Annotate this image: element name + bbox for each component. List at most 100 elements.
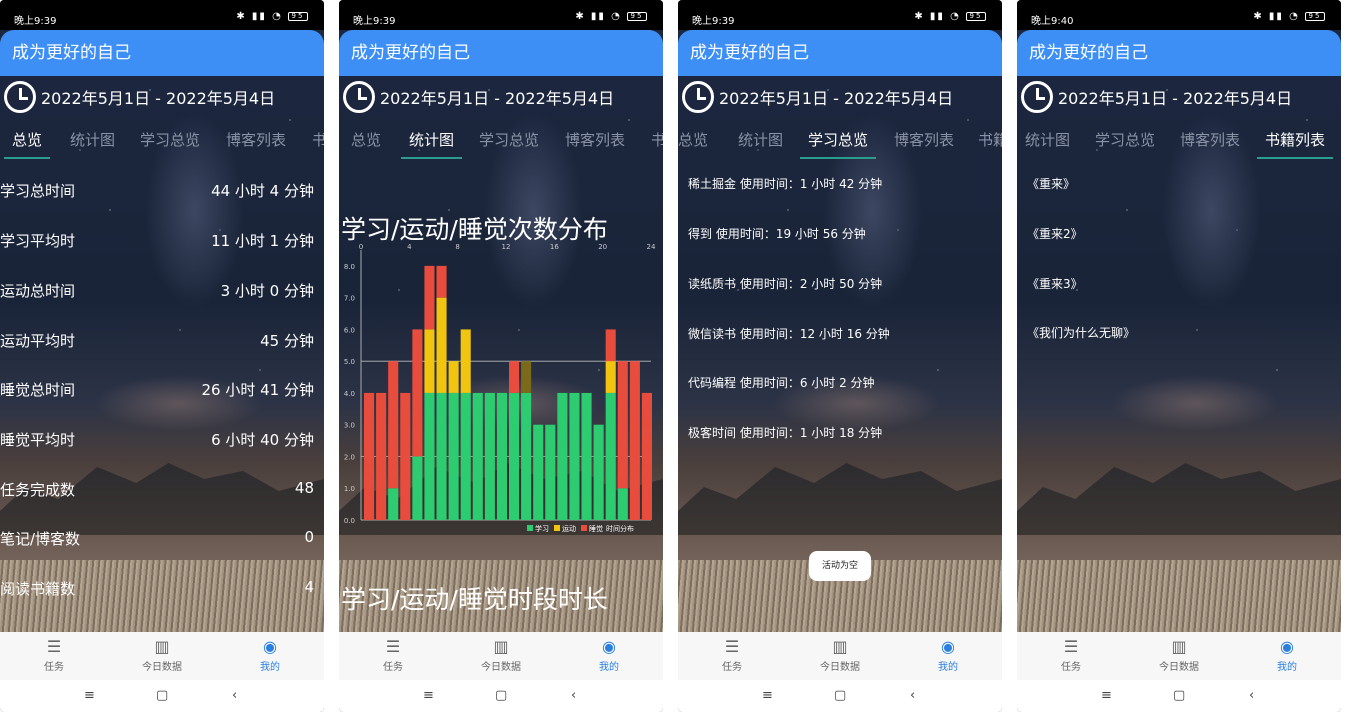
nav-today-data[interactable]: ▥ 今日数据 bbox=[471, 638, 531, 674]
bottom-nav: ☰ 任务 ▥ 今日数据 ◉ 我的 bbox=[339, 632, 663, 680]
tab-study-overview[interactable]: 学习总览 bbox=[479, 129, 539, 150]
tab-overview[interactable]: 总览 bbox=[3, 129, 51, 159]
status-bar: 晚上9:39 ✱ ▮▮ ◔ 95 bbox=[339, 0, 663, 30]
clock-icon bbox=[343, 81, 375, 113]
date-range-row[interactable]: 2022年5月1日 - 2022年5月4日 bbox=[682, 81, 953, 113]
nav-tasks[interactable]: ☰ 任务 bbox=[24, 638, 84, 674]
usage-item: 得到 使用时间：19 小时 56 分钟 bbox=[688, 227, 866, 241]
tab-bar: 总览 统计图 学习总览 博客列表 书籍列表 bbox=[0, 122, 324, 160]
tab-book-list[interactable]: 书籍列表 bbox=[1256, 129, 1334, 159]
tab-study-overview[interactable]: 学习总览 bbox=[140, 129, 200, 150]
bar-运动 bbox=[460, 329, 471, 393]
nav-me[interactable]: ◉ 我的 bbox=[240, 637, 300, 674]
back-icon[interactable]: ‹ bbox=[232, 688, 237, 703]
home-icon[interactable]: ▢ bbox=[156, 688, 168, 703]
user-icon: ◉ bbox=[941, 637, 955, 656]
bar-学习 bbox=[605, 392, 616, 520]
menu-icon[interactable]: ≡ bbox=[1101, 688, 1112, 703]
legend-label: 睡觉 bbox=[589, 524, 603, 533]
menu-icon[interactable]: ≡ bbox=[762, 688, 773, 703]
status-time: 晚上9:39 bbox=[14, 16, 57, 27]
nav-label: 任务 bbox=[722, 662, 742, 673]
menu-icon[interactable]: ≡ bbox=[84, 688, 95, 703]
tab-blog-list[interactable]: 博客列表 bbox=[226, 129, 286, 150]
date-range-row[interactable]: 2022年5月1日 - 2022年5月4日 bbox=[4, 81, 275, 113]
bar-运动 bbox=[424, 329, 435, 393]
bar-睡觉 bbox=[436, 265, 447, 298]
stacked-bar-chart: 0.0 1.0 2.0 3.0 4.0 5.0 6.0 7.0 8.0 0 4 8 12 16 20 24 学习… bbox=[344, 243, 656, 533]
book-item[interactable]: 《重来》 bbox=[1027, 175, 1075, 192]
bar-睡觉 bbox=[629, 361, 640, 520]
bar-学习 bbox=[460, 392, 471, 520]
stat-label: 睡觉总时间 bbox=[0, 381, 76, 399]
bottom-nav: ☰ 任务 ▥ 今日数据 ◉ 我的 bbox=[678, 632, 1002, 680]
nav-today-data[interactable]: ▥ 今日数据 bbox=[810, 638, 870, 674]
date-range-row[interactable]: 2022年5月1日 - 2022年5月4日 bbox=[1021, 81, 1292, 113]
nav-tasks[interactable]: ☰ 任务 bbox=[1041, 637, 1101, 674]
tab-overview[interactable]: 总览 bbox=[351, 129, 381, 150]
nav-tasks[interactable]: ☰ 任务 bbox=[702, 638, 762, 674]
nav-label: 今日数据 bbox=[481, 662, 521, 673]
tab-book-list[interactable]: 书籍列表 bbox=[312, 129, 324, 150]
legend-suffix: 时间分布 bbox=[606, 524, 634, 533]
tab-blog-list[interactable]: 博客列表 bbox=[894, 129, 954, 150]
home-icon[interactable]: ▢ bbox=[834, 688, 846, 703]
stat-label: 学习平均时 bbox=[0, 232, 76, 250]
back-icon[interactable]: ‹ bbox=[571, 688, 576, 703]
y-tick-label: 2.0 bbox=[344, 453, 355, 461]
list-icon: ☰ bbox=[1063, 637, 1079, 656]
bar-学习 bbox=[509, 392, 520, 520]
home-icon[interactable]: ▢ bbox=[1173, 688, 1185, 703]
book-item[interactable]: 《我们为什么无聊》 bbox=[1027, 324, 1135, 341]
tab-overview[interactable]: 总览 bbox=[678, 129, 708, 150]
tab-charts[interactable]: 统计图 bbox=[70, 129, 115, 150]
x-tick-label: 16 bbox=[550, 243, 559, 251]
tab-book-list[interactable]: 书籍列表 bbox=[651, 129, 663, 150]
status-time: 晚上9:39 bbox=[353, 16, 396, 27]
tab-charts[interactable]: 统计图 bbox=[400, 129, 463, 159]
usage-item: 微信读书 使用时间：12 小时 16 分钟 bbox=[688, 327, 890, 341]
tab-charts[interactable]: 统计图 bbox=[738, 129, 783, 150]
date-range: 2022年5月1日 - 2022年5月4日 bbox=[719, 89, 954, 108]
app-title: 成为更好的自己 bbox=[0, 30, 324, 76]
app-title: 成为更好的自己 bbox=[339, 30, 663, 76]
bar-学习 bbox=[496, 392, 507, 520]
back-icon[interactable]: ‹ bbox=[910, 688, 915, 703]
nav-label: 今日数据 bbox=[820, 662, 860, 673]
date-range-row[interactable]: 2022年5月1日 - 2022年5月4日 bbox=[343, 81, 614, 113]
bar-chart-icon: ▥ bbox=[1171, 637, 1187, 656]
menu-icon[interactable]: ≡ bbox=[423, 688, 434, 703]
clock-icon bbox=[682, 81, 714, 113]
tab-book-list[interactable]: 书籍列表 bbox=[978, 129, 1002, 150]
home-icon[interactable]: ▢ bbox=[495, 688, 507, 703]
book-item[interactable]: 《重来2》 bbox=[1027, 225, 1083, 242]
nav-today-data[interactable]: ▥ 今日数据 bbox=[1149, 637, 1209, 674]
back-icon[interactable]: ‹ bbox=[1249, 688, 1254, 703]
bar-睡觉 bbox=[605, 329, 616, 362]
nav-tasks[interactable]: ☰ 任务 bbox=[363, 638, 423, 674]
usage-item: 代码编程 使用时间：6 小时 2 分钟 bbox=[688, 376, 875, 390]
tab-study-overview[interactable]: 学习总览 bbox=[1095, 129, 1155, 150]
nav-me[interactable]: ◉ 我的 bbox=[579, 638, 639, 674]
bar-睡觉 bbox=[412, 329, 423, 457]
nav-label: 我的 bbox=[938, 662, 958, 673]
tab-blog-list[interactable]: 博客列表 bbox=[1180, 129, 1240, 150]
usage-item: 极客时间 使用时间：1 小时 18 分钟 bbox=[688, 426, 883, 440]
tab-charts[interactable]: 统计图 bbox=[1025, 129, 1070, 150]
status-bar: 晚上9:39 ✱ ▮▮ ◔ 95 bbox=[0, 0, 324, 30]
bar-学习 bbox=[557, 392, 568, 520]
stat-value: 11 小时 1 分钟 bbox=[211, 232, 314, 250]
legend-swatch bbox=[527, 525, 533, 531]
nav-label: 我的 bbox=[260, 662, 280, 673]
clock-icon bbox=[1021, 81, 1053, 113]
user-icon: ◉ bbox=[1280, 637, 1294, 656]
nav-me[interactable]: ◉ 我的 bbox=[1257, 637, 1317, 674]
book-item[interactable]: 《重来3》 bbox=[1027, 275, 1083, 292]
nav-me[interactable]: ◉ 我的 bbox=[918, 637, 978, 674]
nav-today-data[interactable]: ▥ 今日数据 bbox=[132, 638, 192, 674]
bottom-nav: ☰ 任务 ▥ 今日数据 ◉ 我的 bbox=[1017, 632, 1341, 680]
user-icon: ◉ bbox=[263, 637, 277, 656]
tab-blog-list[interactable]: 博客列表 bbox=[565, 129, 625, 150]
stat-label: 学习总时间 bbox=[0, 182, 76, 200]
tab-study-overview[interactable]: 学习总览 bbox=[799, 129, 877, 159]
